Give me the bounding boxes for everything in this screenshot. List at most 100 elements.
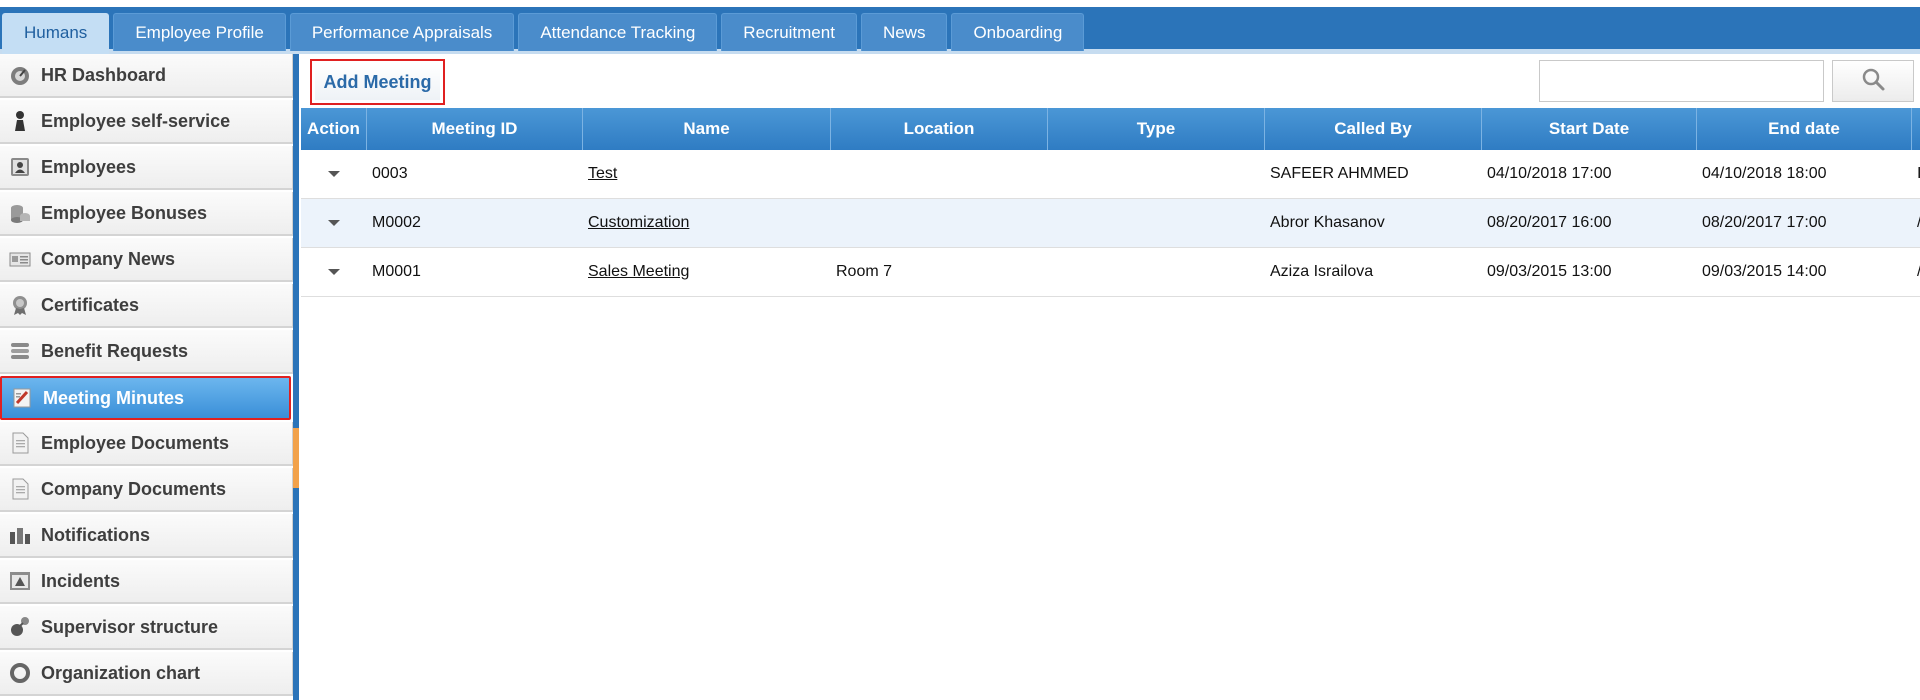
chevron-down-icon [328,220,340,226]
column-header-start-date[interactable]: Start Date [1482,108,1697,150]
sidebar-item-hr-dashboard[interactable]: HR Dashboard [0,54,293,98]
add-meeting-button[interactable]: Add Meeting [310,59,445,105]
employee-card-icon [9,156,31,178]
tab-news[interactable]: News [860,13,948,51]
column-header-name[interactable]: Name [583,108,831,150]
top-tab-bar: Humans Employee Profile Performance Appr… [0,0,1920,54]
chevron-down-icon [328,171,340,177]
search-input[interactable] [1539,60,1824,102]
sidebar-item-incidents[interactable]: Incidents [0,560,293,604]
sidebar-item-benefit-requests[interactable]: Benefit Requests [0,330,293,374]
cell-type [1048,150,1265,198]
sidebar-item-employee-documents[interactable]: Employee Documents [0,422,293,466]
bell-icon [9,524,31,546]
cell-called-by: Aziza Israilova [1270,263,1374,280]
sidebar-item-label: Employee self-service [41,110,231,131]
cell-overflow: I [1917,165,1920,182]
column-header-type[interactable]: Type [1048,108,1265,150]
cell-end-date: 08/20/2017 17:00 [1702,214,1827,231]
tab-employee-profile[interactable]: Employee Profile [113,13,286,51]
sidebar-item-label: HR Dashboard [41,64,167,85]
cell-name: Customization [583,199,831,247]
cell-meeting-id: 0003 [372,165,408,182]
document-icon [9,432,31,454]
column-header-action[interactable]: Action [301,108,367,150]
meeting-name-link[interactable]: Customization [588,214,689,231]
cell-meeting-id: M0002 [372,214,421,231]
table-row[interactable]: M0001 Sales Meeting Room 7 Aziza Israilo… [301,248,1920,297]
row-action-dropdown[interactable] [301,199,367,247]
cell-location: Room 7 [836,263,893,280]
sidebar-item-company-news[interactable]: Company News [0,238,293,282]
cell-overflow: / [1912,199,1920,247]
cell-location [831,150,1048,198]
tab-recruitment[interactable]: Recruitment [721,13,857,51]
sidebar-item-supervisor-structure[interactable]: Supervisor structure [0,606,293,650]
sidebar-item-label: Employees [41,156,137,177]
cell-name: Test [583,150,831,198]
sidebar-item-label: Company Documents [41,478,227,499]
dashboard-icon [9,64,31,86]
sidebar-item-employee-bonuses[interactable]: Employee Bonuses [0,192,293,236]
table-row[interactable]: M0002 Customization Abror Khasanov 08/20… [301,199,1920,248]
cell-name: Sales Meeting [583,248,831,296]
cell-start-date: 08/20/2017 16:00 [1487,214,1612,231]
sidebar-item-notifications[interactable]: Notifications [0,514,293,558]
sidebar-item-employees[interactable]: Employees [0,146,293,190]
cell-type [1048,199,1265,247]
sidebar-item-label: Supervisor structure [41,616,219,637]
sidebar-item-certificates[interactable]: Certificates [0,284,293,328]
ring-icon [9,662,31,684]
cell-overflow: / [1912,248,1920,296]
sidebar-item-meeting-minutes[interactable]: Meeting Minutes [0,376,291,420]
sidebar: HR Dashboard Employee self-service Emplo… [0,54,293,700]
chevron-down-icon [328,269,340,275]
tab-performance-appraisals[interactable]: Performance Appraisals [289,13,515,51]
cell-end-date: 09/03/2015 14:00 [1702,263,1827,280]
cell-location [831,199,1048,247]
sidebar-item-employee-self-service[interactable]: Employee self-service [0,100,293,144]
cell-end-date: 04/10/2018 18:00 [1702,165,1827,182]
row-action-dropdown[interactable] [301,150,367,198]
tab-humans[interactable]: Humans [2,13,110,54]
cell-type [1048,248,1265,296]
sidebar-item-label: Notifications [41,524,151,545]
stack-icon [9,340,31,362]
newspaper-icon [9,248,31,270]
meetings-grid: Action Meeting ID Name Location Type Cal… [301,108,1920,297]
main-tabs: Humans Employee Profile Performance Appr… [2,13,1085,54]
warning-icon [9,570,31,592]
meeting-name-link[interactable]: Sales Meeting [588,263,689,280]
add-meeting-label: Add Meeting [315,64,440,100]
column-header-end-date[interactable]: End date [1697,108,1912,150]
cell-meeting-id: M0001 [372,263,421,280]
document-icon [9,478,31,500]
column-header-called-by[interactable]: Called By [1265,108,1482,150]
sidebar-item-label: Employee Documents [41,432,230,453]
cell-called-by: SAFEER AHMMED [1270,165,1409,182]
meeting-name-link[interactable]: Test [588,165,617,182]
row-action-dropdown[interactable] [301,248,367,296]
award-icon [9,294,31,316]
notepad-icon [11,387,33,409]
grid-header: Action Meeting ID Name Location Type Cal… [301,108,1920,150]
cell-called-by: Abror Khasanov [1270,214,1385,231]
sidebar-item-company-documents[interactable]: Company Documents [0,468,293,512]
cell-start-date: 09/03/2015 13:00 [1487,263,1612,280]
table-row[interactable]: 0003 Test SAFEER AHMMED 04/10/2018 17:00… [301,150,1920,199]
sidebar-item-label: Incidents [41,570,121,591]
hierarchy-icon [9,616,31,638]
sidebar-item-label: Employee Bonuses [41,202,208,223]
main-content: Add Meeting Action Meeting ID Name Locat… [299,54,1920,700]
sidebar-item-label: Benefit Requests [41,340,189,361]
tab-attendance-tracking[interactable]: Attendance Tracking [518,13,718,51]
column-header-meeting-id[interactable]: Meeting ID [367,108,583,150]
toolbar: Add Meeting [299,54,1920,108]
sidebar-item-organization-chart[interactable]: Organization chart [0,652,293,696]
search-button[interactable] [1832,60,1914,102]
person-icon [9,110,31,132]
column-header-location[interactable]: Location [831,108,1048,150]
tab-onboarding[interactable]: Onboarding [951,13,1085,51]
cell-start-date: 04/10/2018 17:00 [1487,165,1612,182]
sidebar-item-label: Organization chart [41,662,201,683]
